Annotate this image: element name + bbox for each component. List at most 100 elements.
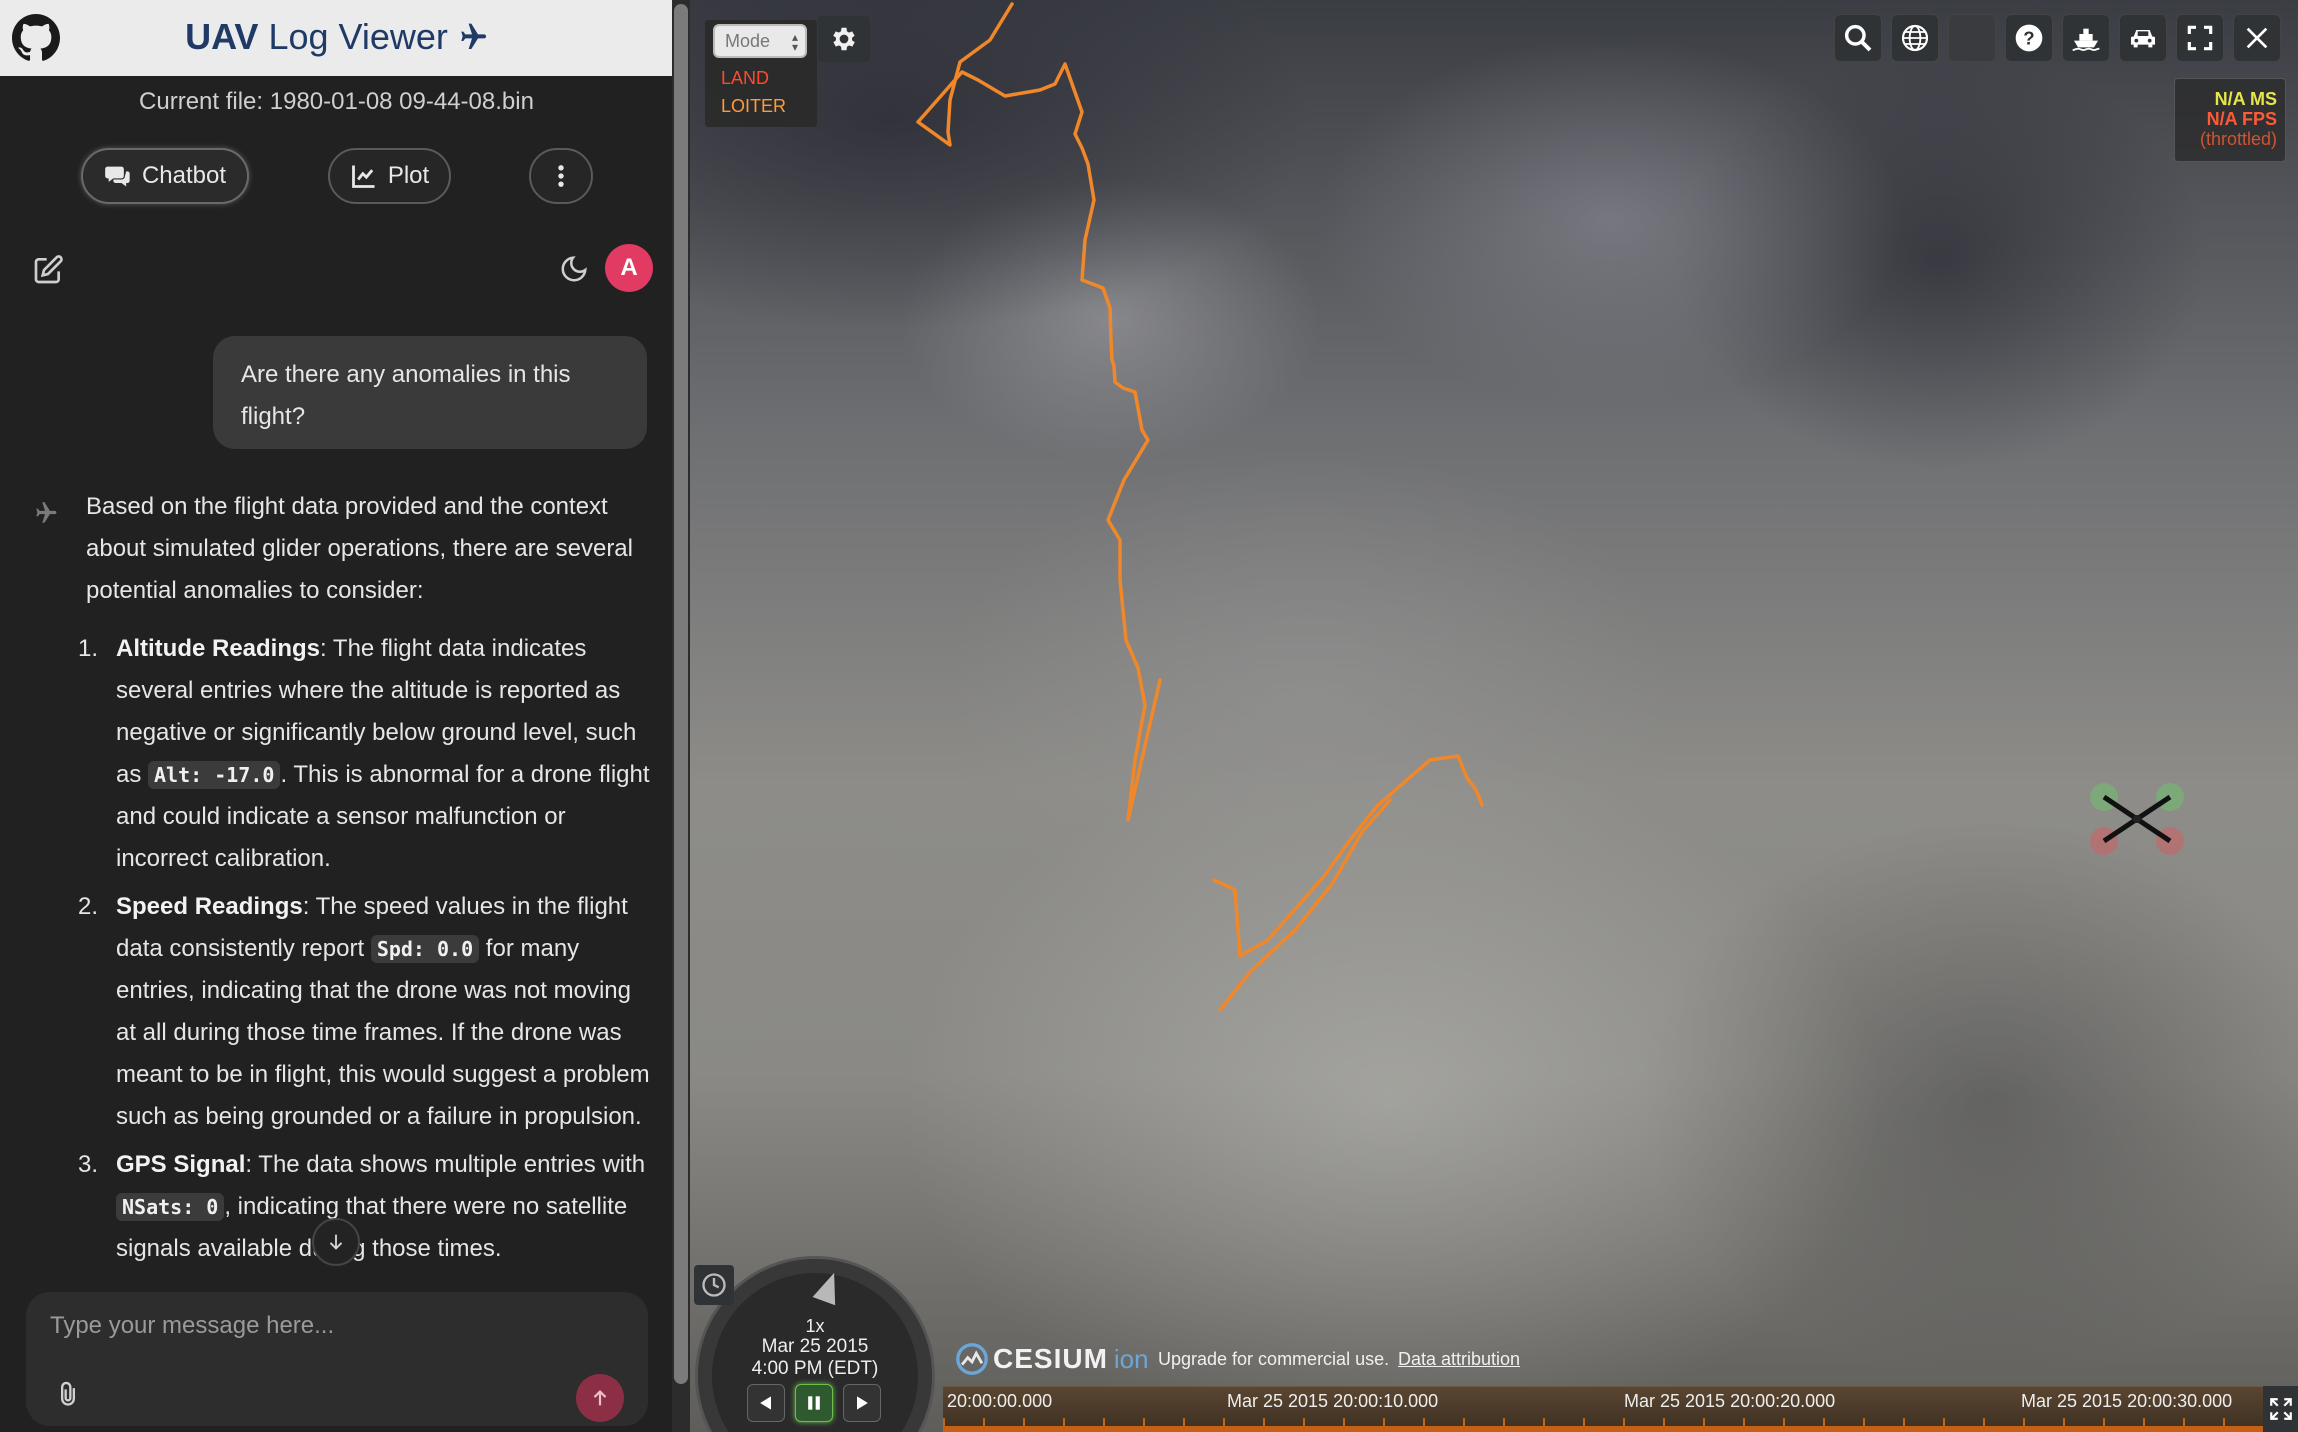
play-reverse-button[interactable] xyxy=(747,1384,785,1422)
chat-area: Based on the flight data provided and th… xyxy=(0,480,660,1295)
cesium-wordmark: CESIUM xyxy=(993,1343,1108,1374)
scroll-to-bottom-button[interactable] xyxy=(312,1218,360,1266)
pause-icon xyxy=(808,1396,820,1410)
base-layer-button[interactable] xyxy=(1948,14,1996,62)
mode-loiter: LOITER xyxy=(721,96,787,116)
timeline-label: Mar 25 2015 20:00:20.000 xyxy=(1624,1391,1836,1411)
car-view-button[interactable] xyxy=(2119,14,2167,62)
anomaly-list: 1. Altitude Readings: The flight data ind… xyxy=(78,628,656,1270)
plot-tab-button[interactable]: Plot xyxy=(328,148,451,204)
app-title: UAV Log Viewer xyxy=(0,16,673,58)
animation-date: Mar 25 2015 xyxy=(761,1336,869,1357)
mode-select[interactable]: Mode ▴ ▾ xyxy=(713,24,807,58)
timeline-label: 20:00:00.000 xyxy=(947,1391,1053,1411)
cesium-logo[interactable]: CESIUM ion xyxy=(955,1342,1149,1376)
settings-button[interactable] xyxy=(818,16,870,62)
inline-code: Spd: 0.0 xyxy=(370,935,480,963)
timeline-fullscreen-button[interactable] xyxy=(2263,1386,2298,1432)
app-title-rest: Log Viewer xyxy=(258,16,448,57)
airplane-icon xyxy=(461,23,486,49)
user-message: Are there any anomalies in this flight? xyxy=(213,336,647,449)
help-button[interactable]: ? xyxy=(2005,14,2053,62)
globe-button[interactable] xyxy=(1891,14,1939,62)
help-icon: ? xyxy=(2015,24,2043,52)
line-chart-icon xyxy=(351,165,375,188)
credit-text: Upgrade for commercial use. xyxy=(1158,1349,1390,1369)
fullscreen-icon xyxy=(2187,25,2213,51)
clock-button[interactable] xyxy=(694,1265,734,1305)
scrollbar-thumb[interactable] xyxy=(674,4,688,1384)
flight-track xyxy=(916,2,1484,1012)
perf-fps: N/A FPS xyxy=(2206,109,2277,129)
list-number: 1. xyxy=(78,635,99,662)
list-item-title: Altitude Readings xyxy=(116,635,321,662)
ship-view-button[interactable] xyxy=(2062,14,2110,62)
chatbot-tab-button[interactable]: Chatbot xyxy=(81,148,249,204)
timeline-label: Mar 25 2015 20:00:30.000 xyxy=(2021,1391,2233,1411)
moon-icon[interactable] xyxy=(559,254,589,284)
more-options-button[interactable] xyxy=(529,148,593,204)
mode-land: LAND xyxy=(721,68,770,88)
play-reverse-icon xyxy=(760,1396,771,1410)
chatbot-tab-label: Chatbot xyxy=(141,162,227,189)
avatar[interactable]: A xyxy=(605,244,653,292)
cesium-ion-wordmark: ion xyxy=(1113,1343,1149,1374)
send-button[interactable] xyxy=(576,1374,624,1422)
list-item: 1. Altitude Readings: The flight data ind… xyxy=(78,628,656,880)
map-viewer[interactable]: Mode ▴ ▾ LAND LOITER ? N/A MS N/A FPS (t… xyxy=(690,0,2298,1432)
fullscreen-button[interactable] xyxy=(2176,14,2224,62)
play-icon xyxy=(857,1396,868,1410)
sidebar-scrollbar[interactable] xyxy=(672,0,690,1432)
sidebar: UAV Log Viewer Current file: 1980-01-08 … xyxy=(0,0,673,1432)
paperclip-icon[interactable] xyxy=(54,1380,82,1408)
list-item: 2. Speed Readings: The speed values in th… xyxy=(78,886,656,1138)
timeline-label: Mar 25 2015 20:00:10.000 xyxy=(1227,1391,1439,1411)
airplane-icon xyxy=(36,502,57,523)
perf-throttled: (throttled) xyxy=(2199,129,2277,149)
search-button[interactable] xyxy=(1834,14,1882,62)
arrow-up-icon xyxy=(593,1390,607,1406)
timeline[interactable]: 20:00:00.000 Mar 25 2015 20:00:10.000 Ma… xyxy=(943,1386,2263,1432)
data-attribution-link[interactable]: Data attribution xyxy=(1398,1349,1520,1370)
list-item-text: for many entries, indicating that the dr… xyxy=(116,935,650,1130)
list-number: 3. xyxy=(78,1151,99,1178)
flight-track-segment xyxy=(1218,798,1392,1012)
app-title-bold: UAV xyxy=(185,16,259,57)
gear-icon xyxy=(833,27,855,51)
animation-speed: 1x xyxy=(805,1316,825,1336)
current-file: Current file: 1980-01-08 09-44-08.bin xyxy=(139,88,534,115)
bot-intro: Based on the flight data provided and th… xyxy=(86,493,633,604)
car-icon xyxy=(2131,30,2155,48)
ship-icon xyxy=(2072,28,2100,51)
arrow-down-icon xyxy=(329,1234,343,1250)
inline-code: Alt: -17.0 xyxy=(148,761,281,789)
expand-icon xyxy=(2269,1398,2292,1420)
flight-track-segment xyxy=(916,2,1162,822)
pause-button[interactable] xyxy=(795,1384,833,1422)
drone-model xyxy=(2090,783,2184,855)
sidebar-header: UAV Log Viewer xyxy=(0,0,673,76)
list-item: 3. GPS Signal: The data shows multiple en… xyxy=(78,1144,656,1270)
perf-ms: N/A MS xyxy=(2214,89,2277,109)
plot-tab-label: Plot xyxy=(387,162,430,189)
performance-display: N/A MS N/A FPS (throttled) xyxy=(2174,78,2286,162)
mode-panel: Mode ▴ ▾ LAND LOITER xyxy=(705,20,817,127)
app: UAV Log Viewer Current file: 1980-01-08 … xyxy=(0,0,2298,1432)
list-item-title: GPS Signal xyxy=(116,1151,246,1178)
select-arrows-icon: ▴ ▾ xyxy=(791,30,798,54)
list-item-title: Speed Readings xyxy=(116,893,303,920)
mode-select-label: Mode xyxy=(725,31,771,51)
vertical-dots-icon xyxy=(558,165,564,187)
timeline-bar xyxy=(943,1426,2263,1432)
play-forward-button[interactable] xyxy=(843,1384,881,1422)
globe-icon xyxy=(1901,24,1929,52)
message-input[interactable]: Type your message here... xyxy=(50,1312,334,1340)
message-input-box[interactable]: Type your message here... xyxy=(26,1292,648,1426)
edit-icon[interactable] xyxy=(32,254,64,286)
bot-message: Based on the flight data provided and th… xyxy=(78,486,656,1276)
close-icon xyxy=(2246,27,2268,49)
close-button[interactable] xyxy=(2233,14,2281,62)
animation-time: 4:00 PM (EDT) xyxy=(751,1358,879,1379)
chat-bubbles-icon xyxy=(105,166,130,187)
svg-text:?: ? xyxy=(2023,28,2034,49)
